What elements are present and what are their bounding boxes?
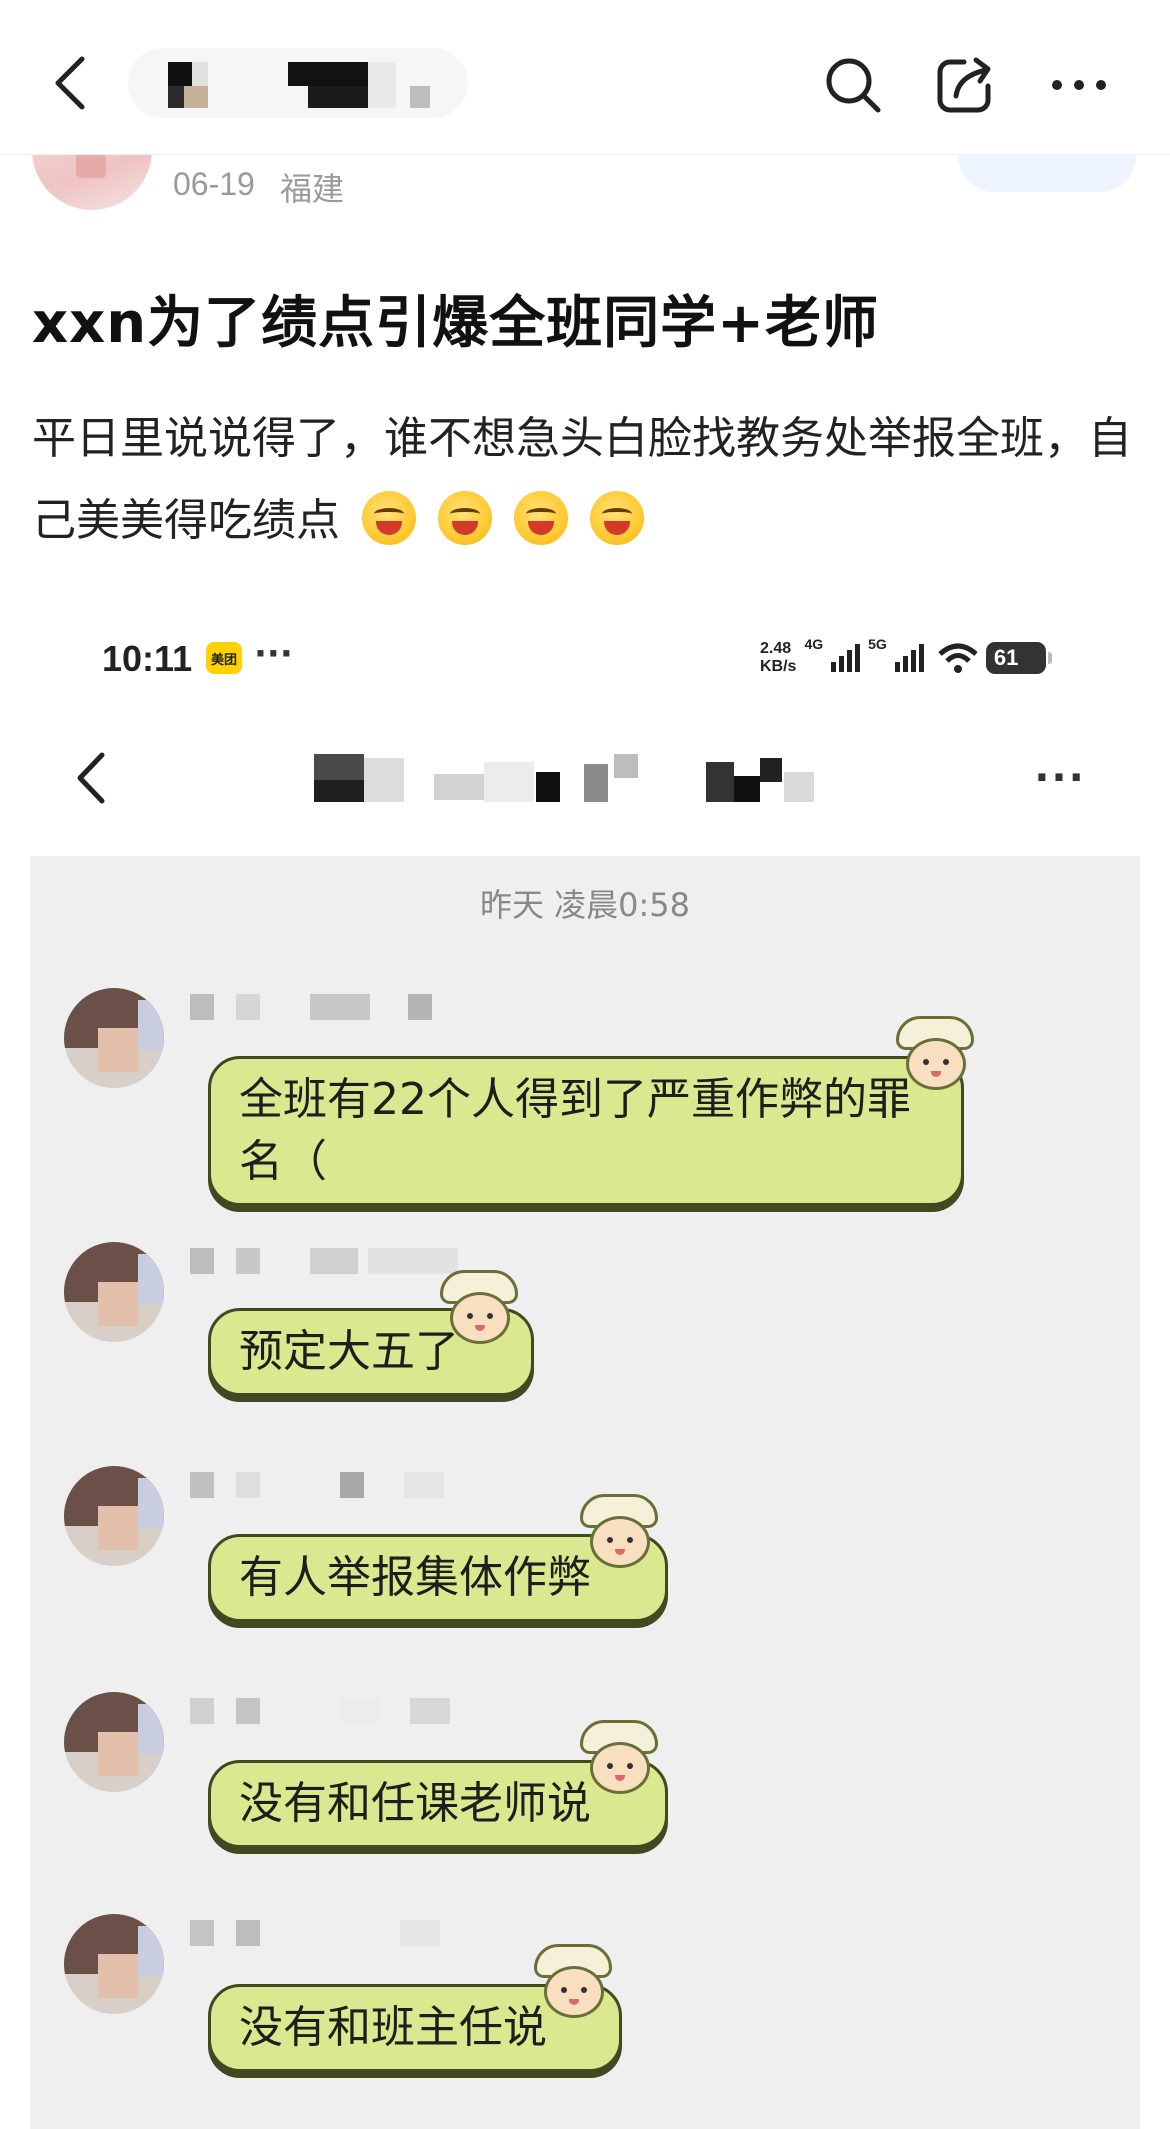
signal-bars-icon bbox=[831, 644, 861, 672]
status-time: 10:11 bbox=[102, 638, 193, 679]
battery-level: 61 bbox=[993, 645, 1019, 670]
sender-avatar[interactable] bbox=[64, 988, 164, 1088]
share-button[interactable] bbox=[930, 50, 1000, 120]
status-indicators: 2.48 KB/s 4G 5G 61 bbox=[760, 636, 1052, 680]
bubble-sticker-icon bbox=[576, 1720, 662, 1802]
search-icon bbox=[826, 58, 881, 113]
message-text: 全班有22个人得到了严重作弊的罪名（ bbox=[239, 1074, 911, 1187]
back-chevron-icon bbox=[77, 752, 105, 804]
post-location: 福建 bbox=[280, 170, 345, 208]
back-chevron-icon bbox=[55, 56, 85, 110]
message-text: 有人举报集体作弊 bbox=[239, 1552, 591, 1603]
battery-indicator: 61 bbox=[985, 642, 1052, 674]
sender-avatar[interactable] bbox=[64, 1692, 164, 1792]
chat-message-list: 昨天 凌晨0:58 全班有22个人得到了严重作弊的罪名（ 预定大五了 有人举报集… bbox=[30, 856, 1140, 2129]
post-date: 06-19 bbox=[173, 166, 255, 202]
bubble-sticker-icon bbox=[530, 1944, 616, 2026]
post-image-screenshot[interactable]: 10:11 美团 ··· 2.48 KB/s 4G 5G 61 ··· 昨天 凌… bbox=[0, 600, 1170, 2129]
author-name-pixelated[interactable] bbox=[128, 48, 468, 118]
chat-header: ··· bbox=[0, 720, 1170, 830]
chat-more-button[interactable]: ··· bbox=[1030, 748, 1090, 808]
laughing-emoji-icon bbox=[362, 491, 416, 545]
more-button[interactable] bbox=[1044, 50, 1114, 120]
more-icon bbox=[1052, 80, 1106, 90]
post-body: 平日里说说得了，谁不想急头白脸找教务处举报全班，自己美美得吃绩点 bbox=[32, 398, 1142, 562]
chat-title-pixelated bbox=[314, 754, 834, 804]
sim2-tag: 5G bbox=[868, 636, 887, 652]
chat-back-button[interactable] bbox=[66, 748, 116, 808]
laughing-emoji-icon bbox=[514, 491, 568, 545]
network-speed: 2.48 KB/s bbox=[760, 640, 796, 676]
chat-timestamp: 昨天 凌晨0:58 bbox=[479, 886, 691, 924]
message-bubble[interactable]: 全班有22个人得到了严重作弊的罪名（ bbox=[208, 1056, 964, 1206]
bubble-sticker-icon bbox=[576, 1494, 662, 1576]
bubble-sticker-icon bbox=[436, 1270, 522, 1352]
message-text: 没有和班主任说 bbox=[239, 2002, 547, 2053]
top-app-bar bbox=[0, 0, 1170, 155]
network-speed-unit: KB/s bbox=[760, 658, 797, 675]
search-button[interactable] bbox=[818, 50, 888, 120]
bubble-sticker-icon bbox=[892, 1016, 978, 1098]
sender-avatar[interactable] bbox=[64, 1466, 164, 1566]
laughing-emoji-icon bbox=[590, 491, 644, 545]
meituan-app-icon: 美团 bbox=[206, 642, 242, 674]
sender-avatar[interactable] bbox=[64, 1914, 164, 2014]
back-button[interactable] bbox=[40, 48, 100, 118]
sender-avatar[interactable] bbox=[64, 1242, 164, 1342]
post-body-text: 平日里说说得了，谁不想急头白脸找教务处举报全班，自己美美得吃绩点 bbox=[32, 413, 1132, 546]
post-title: xxn为了绩点引爆全班同学+老师 bbox=[32, 291, 880, 356]
laughing-emoji-icon bbox=[438, 491, 492, 545]
sim1-tag: 4G bbox=[804, 636, 824, 652]
status-more-dots: ··· bbox=[254, 634, 293, 674]
share-icon bbox=[937, 57, 991, 113]
network-speed-value: 2.48 bbox=[760, 640, 792, 657]
signal-bars-icon bbox=[894, 644, 924, 672]
message-text: 没有和任课老师说 bbox=[239, 1778, 591, 1829]
wifi-icon bbox=[938, 643, 978, 673]
message-text: 预定大五了 bbox=[239, 1326, 459, 1377]
